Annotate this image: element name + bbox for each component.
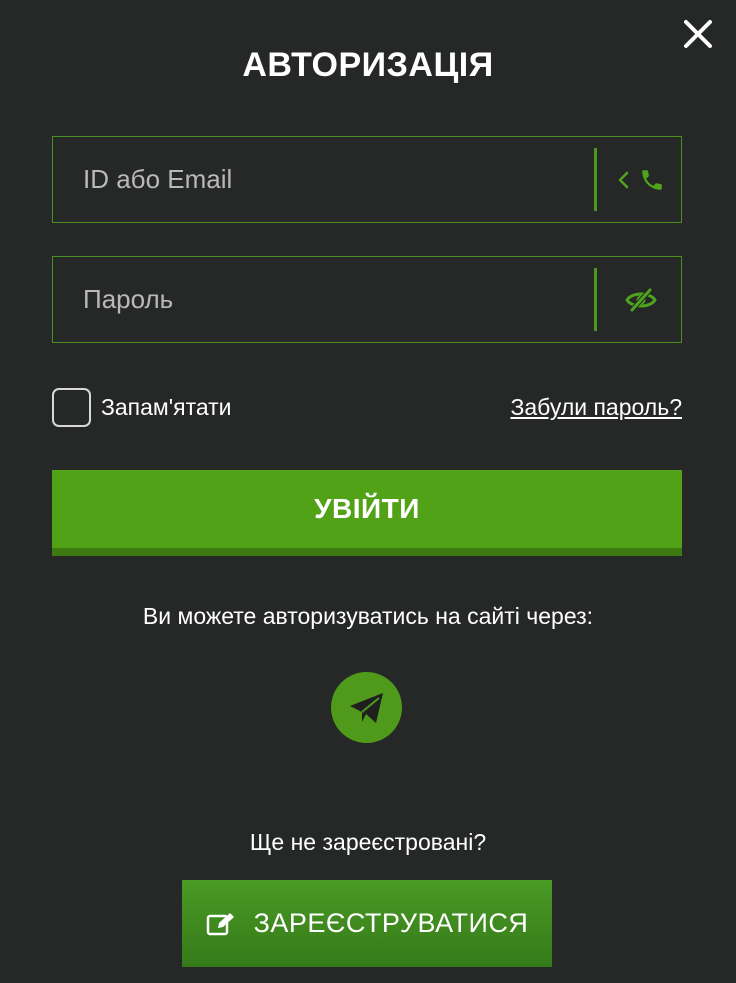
login-button[interactable]: УВІЙТИ — [52, 470, 682, 556]
telegram-icon — [349, 692, 383, 723]
forgot-password-link[interactable]: Забули пароль? — [510, 394, 682, 421]
register-button[interactable]: ЗАРЕЄСТРУВАТИСЯ — [182, 880, 552, 967]
password-field — [52, 256, 682, 343]
register-button-label: ЗАРЕЄСТРУВАТИСЯ — [253, 908, 529, 938]
remember-label: Запам'ятати — [101, 393, 232, 420]
auth-modal: АВТОРИЗАЦІЯ Запам'ятати Забули — [0, 0, 736, 983]
remember-me: Запам'ятати — [52, 387, 232, 427]
modal-title: АВТОРИЗАЦІЯ — [242, 46, 494, 84]
phone-icon — [642, 169, 662, 190]
edit-icon — [206, 912, 234, 935]
field-divider — [594, 268, 597, 331]
field-divider — [594, 148, 597, 211]
login-field — [52, 136, 682, 223]
toggle-password-visibility-button[interactable] — [602, 257, 680, 342]
telegram-login-button[interactable] — [331, 672, 402, 743]
login-input[interactable] — [53, 137, 593, 222]
remember-checkbox[interactable] — [52, 387, 91, 427]
not-registered-text: Ще не зареєстровані? — [249, 829, 487, 855]
social-login-text: Ви можете авторизуватись на сайті через: — [142, 603, 594, 629]
switch-to-phone-button[interactable] — [602, 137, 680, 222]
chevron-left-icon — [618, 171, 629, 188]
password-input[interactable] — [53, 257, 593, 342]
eye-hidden-icon — [625, 287, 657, 312]
